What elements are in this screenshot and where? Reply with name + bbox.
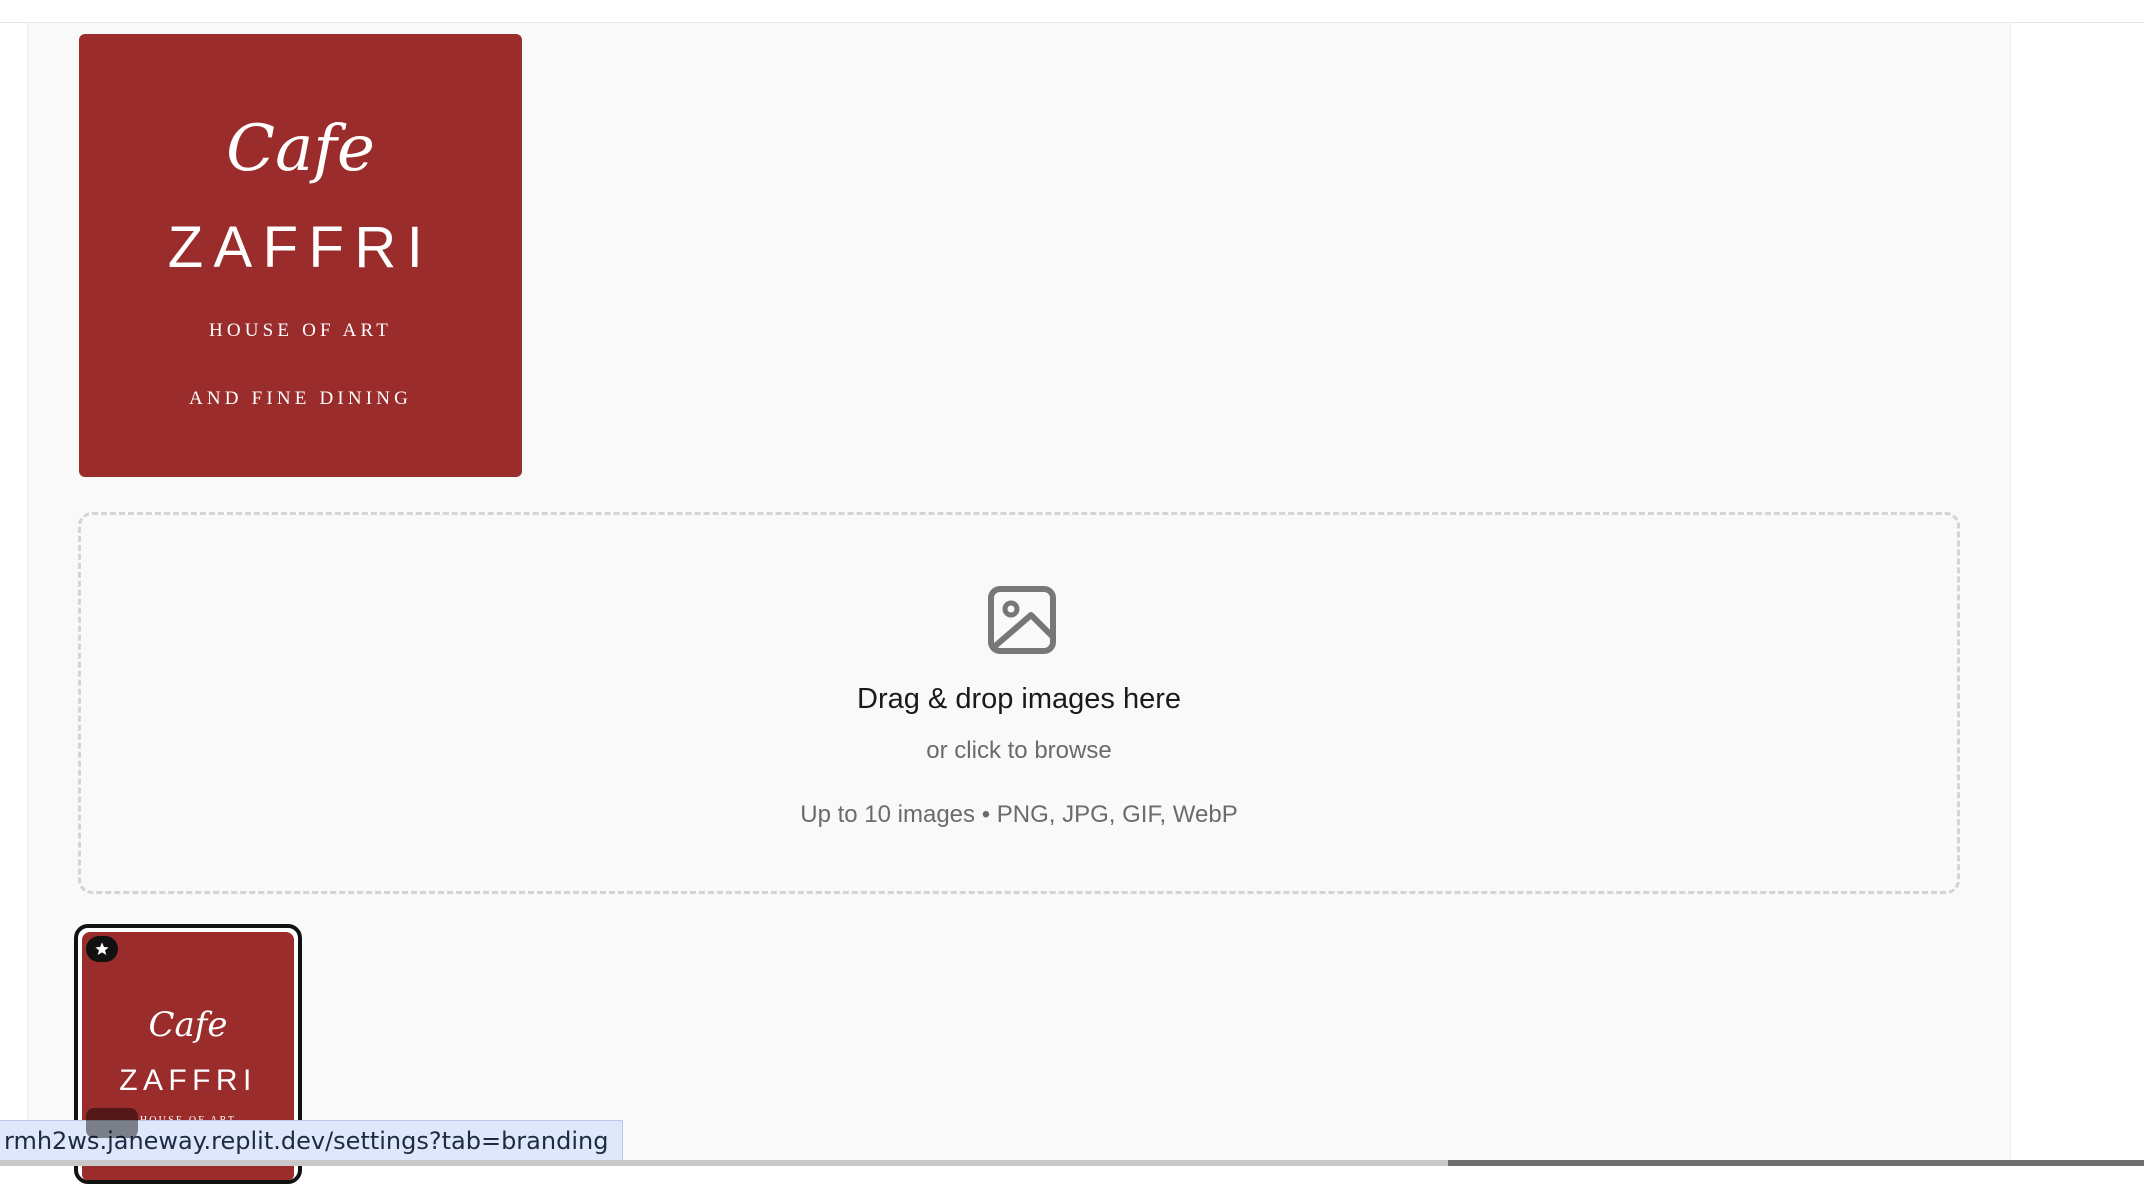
logo-script-text: Cafe xyxy=(226,111,375,186)
current-logo-preview: Cafe ZAFFRI HOUSE of ART and FINE DINING xyxy=(79,34,522,477)
logo-brand-text: ZAFFRI xyxy=(167,214,434,280)
dropzone-hint: Up to 10 images • PNG, JPG, GIF, WebP xyxy=(800,801,1238,828)
thumbnail-brand-text: ZAFFRI xyxy=(119,1064,257,1097)
primary-badge[interactable] xyxy=(86,936,118,962)
horizontal-scrollbar-thumb[interactable] xyxy=(1448,1160,2144,1166)
image-icon xyxy=(987,585,1057,655)
thumbnail-script-text: Cafe xyxy=(148,1005,228,1045)
order-badge xyxy=(86,1108,138,1138)
image-dropzone[interactable]: Drag & drop images here or click to brow… xyxy=(78,512,1960,894)
star-icon xyxy=(95,942,109,955)
logo-tagline-line2: and FINE DINING xyxy=(188,387,413,409)
dropzone-subtitle[interactable]: or click to browse xyxy=(81,737,1957,765)
logo-tagline-line1: HOUSE of ART xyxy=(208,319,393,341)
dropzone-title: Drag & drop images here xyxy=(857,683,1181,715)
top-bar xyxy=(0,0,2144,23)
